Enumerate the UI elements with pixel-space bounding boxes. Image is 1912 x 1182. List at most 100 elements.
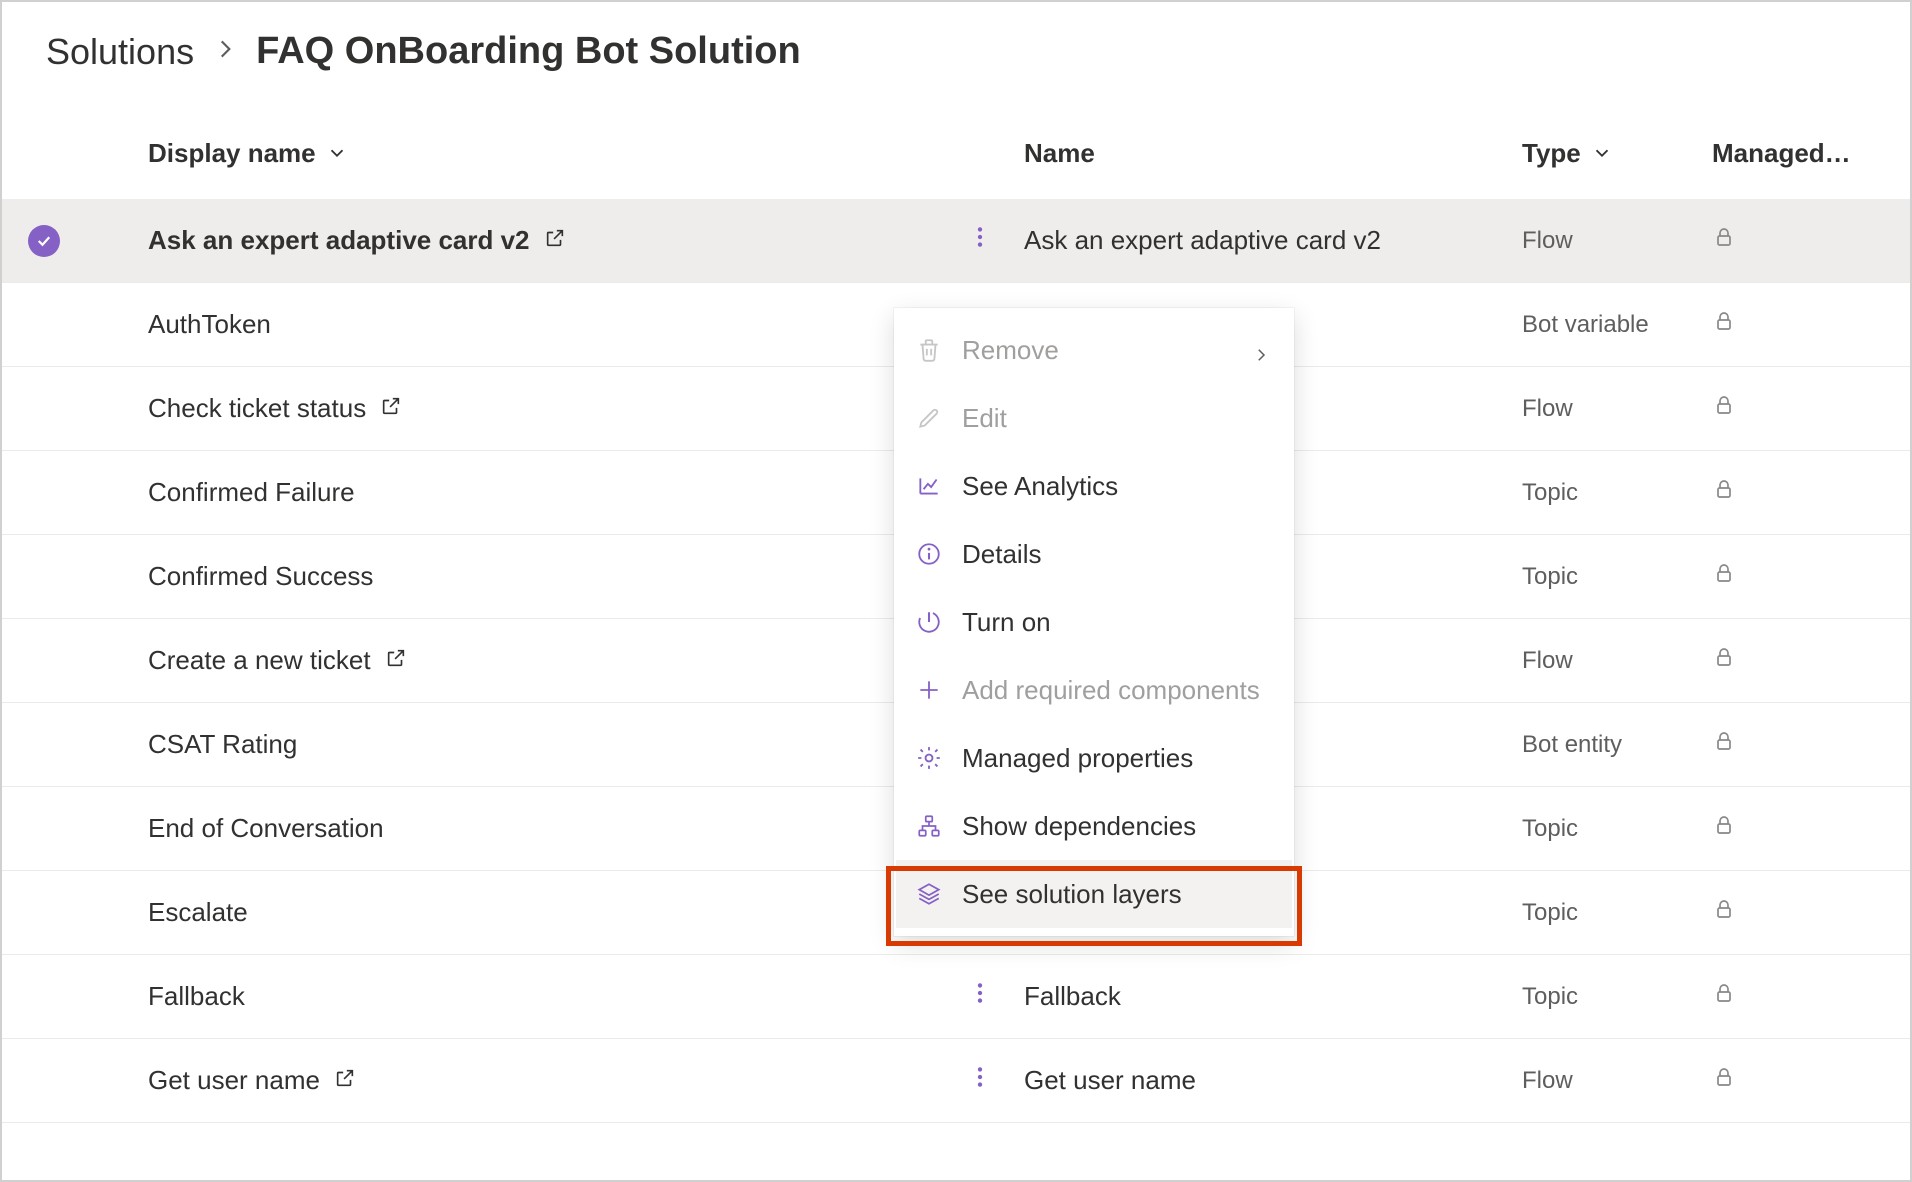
- lock-icon: [1712, 729, 1736, 760]
- display-name-label: AuthToken: [148, 309, 271, 340]
- lock-icon: [1712, 225, 1736, 256]
- plus-icon: [914, 675, 944, 705]
- display-name-label: Escalate: [148, 897, 248, 928]
- type-cell: Flow: [1522, 395, 1573, 423]
- column-type[interactable]: Type: [1522, 138, 1712, 169]
- display-name-link[interactable]: Ask an expert adaptive card v2: [148, 225, 566, 256]
- column-name-label: Name: [1024, 138, 1095, 168]
- lock-icon: [1712, 645, 1736, 676]
- menu-item-gear[interactable]: Managed properties: [896, 724, 1292, 792]
- menu-item-label: Details: [962, 539, 1272, 570]
- column-managed-label: Managed…: [1712, 138, 1851, 168]
- chevron-right-icon: [212, 32, 238, 71]
- table-row[interactable]: Get user name Get user name Flow: [2, 1039, 1910, 1123]
- type-cell: Topic: [1522, 899, 1578, 927]
- breadcrumb-current: FAQ OnBoarding Bot Solution: [256, 30, 801, 73]
- menu-item-layers[interactable]: See solution layers: [896, 860, 1292, 928]
- table-row[interactable]: Ask an expert adaptive card v2 Ask an exp…: [2, 199, 1910, 283]
- display-name-label: Confirmed Success: [148, 561, 373, 592]
- trash-icon: [914, 335, 944, 365]
- type-cell: Flow: [1522, 647, 1573, 675]
- chevron-right-icon: [1252, 340, 1272, 360]
- layers-icon: [914, 879, 944, 909]
- lock-icon: [1712, 1065, 1736, 1096]
- lock-icon: [1712, 477, 1736, 508]
- menu-item-label: Remove: [962, 335, 1234, 366]
- type-cell: Topic: [1522, 815, 1578, 843]
- display-name-link[interactable]: Escalate: [148, 897, 248, 928]
- column-display-name-label: Display name: [148, 138, 316, 169]
- menu-item-info[interactable]: Details: [896, 520, 1292, 588]
- lock-icon: [1712, 897, 1736, 928]
- lock-icon: [1712, 561, 1736, 592]
- external-link-icon: [385, 645, 407, 676]
- column-name[interactable]: Name: [1010, 138, 1522, 169]
- display-name-link[interactable]: AuthToken: [148, 309, 271, 340]
- menu-item-sitemap[interactable]: Show dependencies: [896, 792, 1292, 860]
- menu-item-label: Edit: [962, 403, 1272, 434]
- lock-icon: [1712, 813, 1736, 844]
- name-cell: Ask an expert adaptive card v2: [1024, 225, 1381, 255]
- menu-item-label: Turn on: [962, 607, 1272, 638]
- breadcrumb-root[interactable]: Solutions: [46, 31, 194, 73]
- external-link-icon: [380, 393, 402, 424]
- display-name-label: Ask an expert adaptive card v2: [148, 225, 530, 256]
- display-name-link[interactable]: Get user name: [148, 1065, 356, 1096]
- menu-item-trash: Remove: [896, 316, 1292, 384]
- display-name-label: Create a new ticket: [148, 645, 371, 676]
- chevron-down-icon: [1591, 142, 1613, 164]
- menu-item-power[interactable]: Turn on: [896, 588, 1292, 656]
- column-type-label: Type: [1522, 138, 1581, 169]
- more-actions-button[interactable]: [967, 224, 993, 257]
- info-icon: [914, 539, 944, 569]
- power-icon: [914, 607, 944, 637]
- gear-icon: [914, 743, 944, 773]
- external-link-icon: [334, 1065, 356, 1096]
- type-cell: Topic: [1522, 479, 1578, 507]
- column-display-name[interactable]: Display name: [120, 138, 950, 169]
- display-name-link[interactable]: Check ticket status: [148, 393, 402, 424]
- external-link-icon: [544, 225, 566, 256]
- type-cell: Flow: [1522, 227, 1573, 255]
- name-cell: Fallback: [1024, 981, 1121, 1011]
- lock-icon: [1712, 393, 1736, 424]
- menu-item-label: See Analytics: [962, 471, 1272, 502]
- lock-icon: [1712, 309, 1736, 340]
- menu-item-label: Managed properties: [962, 743, 1272, 774]
- table-row[interactable]: Fallback Fallback Topic: [2, 955, 1910, 1039]
- chevron-down-icon: [326, 142, 348, 164]
- display-name-link[interactable]: Fallback: [148, 981, 245, 1012]
- lock-icon: [1712, 981, 1736, 1012]
- type-cell: Topic: [1522, 983, 1578, 1011]
- menu-item-pencil: Edit: [896, 384, 1292, 452]
- menu-item-label: Add required components: [962, 675, 1272, 706]
- display-name-label: CSAT Rating: [148, 729, 297, 760]
- menu-item-plus: Add required components: [896, 656, 1292, 724]
- display-name-label: End of Conversation: [148, 813, 384, 844]
- display-name-label: Get user name: [148, 1065, 320, 1096]
- selected-check-icon[interactable]: [28, 225, 60, 257]
- sitemap-icon: [914, 811, 944, 841]
- menu-item-chart[interactable]: See Analytics: [896, 452, 1292, 520]
- name-cell: Get user name: [1024, 1065, 1196, 1095]
- breadcrumb: Solutions FAQ OnBoarding Bot Solution: [2, 2, 1910, 107]
- type-cell: Flow: [1522, 1067, 1573, 1095]
- menu-item-label: Show dependencies: [962, 811, 1272, 842]
- more-actions-button[interactable]: [967, 1064, 993, 1097]
- more-actions-button[interactable]: [967, 980, 993, 1013]
- menu-item-label: See solution layers: [962, 879, 1272, 910]
- pencil-icon: [914, 403, 944, 433]
- type-cell: Topic: [1522, 563, 1578, 591]
- display-name-link[interactable]: Create a new ticket: [148, 645, 407, 676]
- display-name-link[interactable]: End of Conversation: [148, 813, 384, 844]
- column-managed[interactable]: Managed…: [1712, 138, 1910, 169]
- chart-icon: [914, 471, 944, 501]
- display-name-link[interactable]: Confirmed Failure: [148, 477, 355, 508]
- display-name-link[interactable]: Confirmed Success: [148, 561, 373, 592]
- type-cell: Bot entity: [1522, 731, 1622, 759]
- display-name-link[interactable]: CSAT Rating: [148, 729, 297, 760]
- display-name-label: Fallback: [148, 981, 245, 1012]
- context-menu: Remove Edit See Analytics Details Turn on Add…: [894, 308, 1294, 936]
- display-name-label: Confirmed Failure: [148, 477, 355, 508]
- type-cell: Bot variable: [1522, 311, 1649, 339]
